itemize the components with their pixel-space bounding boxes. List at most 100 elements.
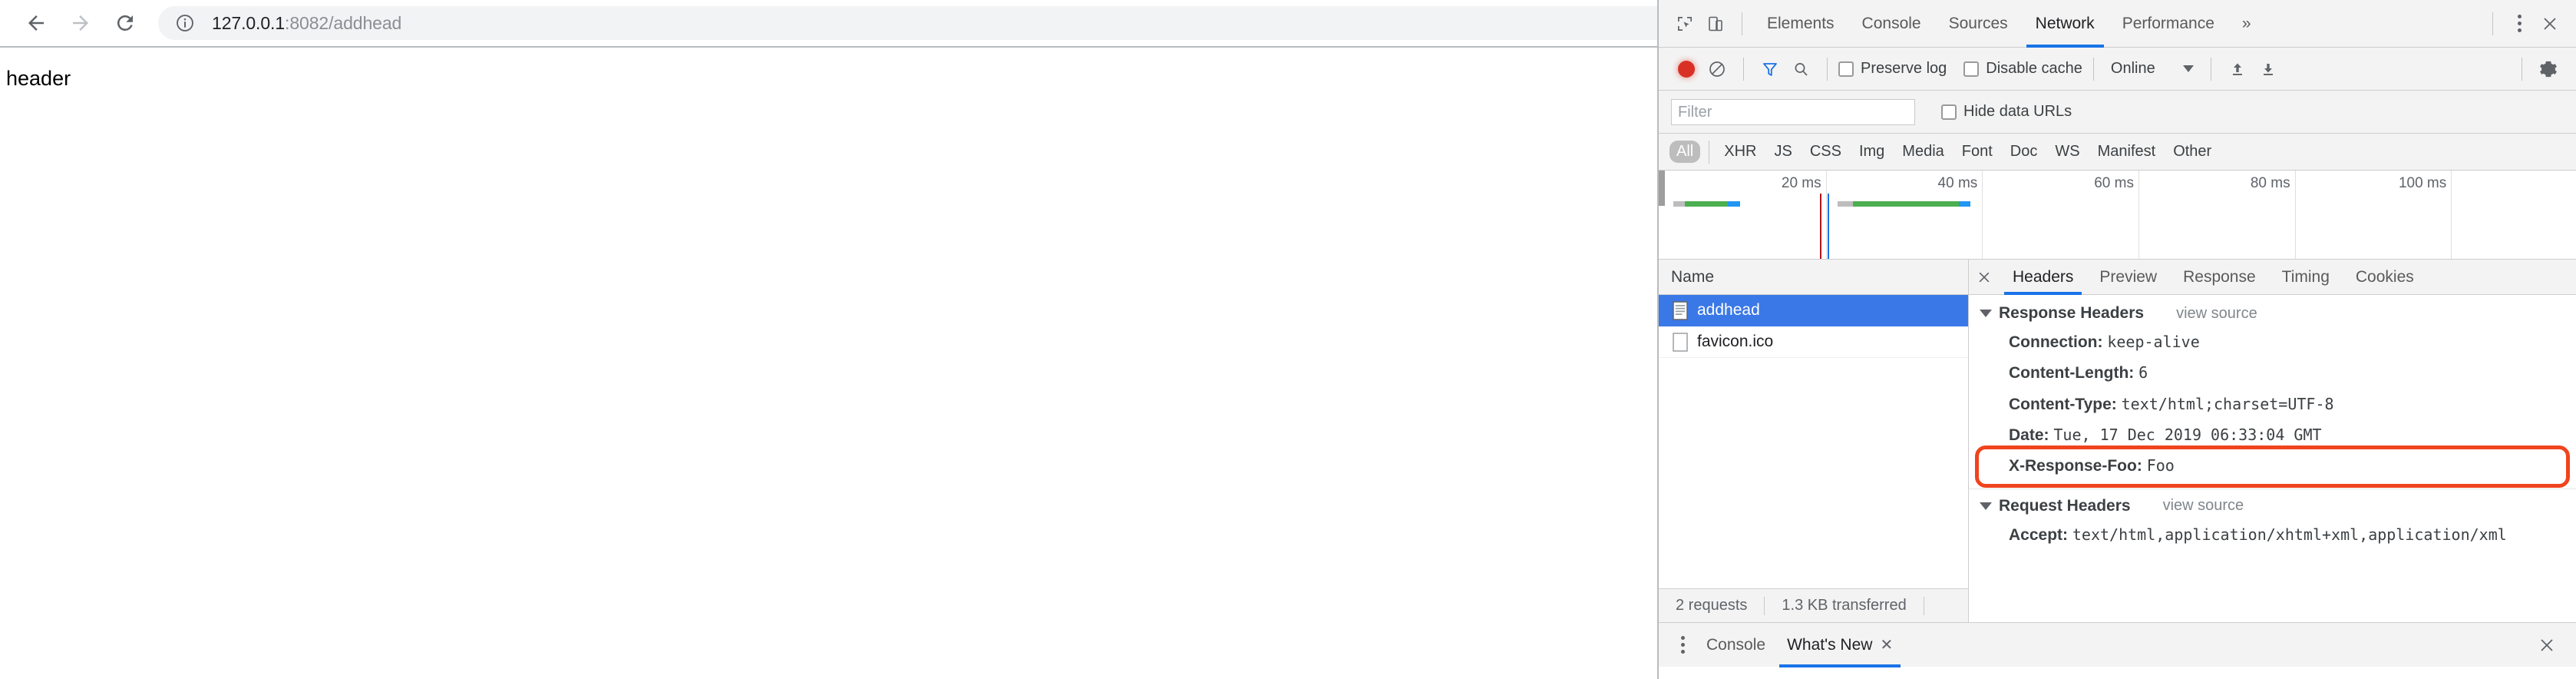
request-headers-section[interactable]: Request Headers view source — [1969, 492, 2576, 520]
overview-gridline — [1825, 171, 1827, 259]
device-toolbar-button[interactable] — [1700, 8, 1731, 39]
type-filter-all[interactable]: All — [1669, 141, 1701, 163]
search-button[interactable] — [1785, 54, 1816, 84]
network-toolbar: Preserve log Disable cache Online — [1659, 48, 2576, 91]
transferred-size: 1.3 KB transferred — [1782, 597, 1907, 614]
clear-button[interactable] — [1702, 54, 1732, 84]
import-har-button[interactable] — [2222, 54, 2253, 84]
table-row[interactable]: addhead — [1659, 295, 1968, 326]
record-button[interactable] — [1671, 54, 1702, 84]
filter-bar: Filter Hide data URLs — [1659, 91, 2576, 134]
header-value: keep-alive — [2107, 333, 2200, 351]
table-row[interactable]: favicon.ico — [1659, 326, 1968, 358]
network-settings-button[interactable] — [2533, 54, 2564, 84]
back-button[interactable] — [14, 1, 58, 45]
overview-scrollbar[interactable] — [1659, 171, 1665, 206]
close-icon — [1979, 272, 1990, 282]
inspect-element-button[interactable] — [1669, 8, 1700, 39]
header-name: Date: — [2009, 426, 2049, 445]
request-list: Name addhead favicon.ico 2 requests 1.3 … — [1659, 260, 1969, 622]
close-icon — [2541, 638, 2553, 651]
drawer-tab-console[interactable]: Console — [1696, 623, 1776, 667]
network-body: Name addhead favicon.ico 2 requests 1.3 … — [1659, 260, 2576, 622]
tab-sources[interactable]: Sources — [1935, 0, 2022, 48]
throttling-dropdown[interactable]: Online — [2105, 60, 2200, 78]
tab-performance[interactable]: Performance — [2109, 0, 2228, 48]
forward-button[interactable] — [58, 1, 103, 45]
tab-cookies[interactable]: Cookies — [2343, 260, 2427, 295]
gear-icon — [2540, 61, 2557, 77]
tab-network[interactable]: Network — [2022, 0, 2109, 48]
header-value: Foo — [2146, 456, 2175, 475]
tab-label: Timing — [2281, 267, 2330, 286]
type-filter-manifest[interactable]: Manifest — [2091, 141, 2163, 163]
details-close-button[interactable] — [1969, 270, 2000, 285]
address-bar-text: 127.0.0.1:8082/addhead — [212, 13, 401, 34]
devtools-panel: Elements Console Sources Network Perform… — [1657, 0, 2576, 679]
drawer-tab-whats-new[interactable]: What's New ✕ — [1776, 623, 1904, 667]
type-filter-js[interactable]: JS — [1767, 141, 1798, 163]
close-icon[interactable]: ✕ — [1880, 635, 1893, 654]
tab-elements[interactable]: Elements — [1753, 0, 1848, 48]
drawer-menu-button[interactable] — [1669, 636, 1696, 654]
inspect-element-icon — [1678, 16, 1692, 31]
tab-response[interactable]: Response — [2170, 260, 2269, 295]
overview-bar-segment — [1837, 201, 1854, 207]
type-filter-img[interactable]: Img — [1852, 141, 1891, 163]
type-filter-ws[interactable]: WS — [2048, 141, 2086, 163]
details-tabbar: Headers Preview Response Timing Cookies — [1969, 260, 2576, 295]
more-tabs-button[interactable]: » — [2228, 0, 2265, 48]
header-value: 6 — [2138, 363, 2148, 383]
record-button-icon — [1678, 60, 1695, 78]
drawer-body — [1659, 667, 2576, 679]
type-filter-css[interactable]: CSS — [1803, 141, 1848, 163]
header-value: Tue, 17 Dec 2019 06:33:04 GMT — [2053, 426, 2322, 445]
overview-tick-label: 20 ms — [1781, 175, 1821, 191]
filter-input[interactable]: Filter — [1671, 98, 1915, 125]
hide-data-urls-checkbox[interactable]: Hide data URLs — [1941, 103, 2072, 121]
tab-label: Console — [1706, 635, 1766, 654]
tab-preview[interactable]: Preview — [2086, 260, 2170, 295]
devtools-close-button[interactable] — [2535, 8, 2565, 39]
overview-request-bar — [1837, 201, 1970, 207]
type-filter-other[interactable]: Other — [2166, 141, 2218, 163]
tab-label: Sources — [1948, 14, 2008, 32]
overview-bar-segment — [1958, 201, 1970, 207]
checkbox-box — [1941, 104, 1957, 120]
type-filter-font[interactable]: Font — [1955, 141, 2000, 163]
tab-label: Network — [2035, 14, 2095, 32]
three-dot-menu-icon — [2506, 15, 2532, 32]
network-overview-timeline[interactable]: 20 ms 40 ms 60 ms 80 ms 100 ms — [1659, 171, 2576, 260]
tab-console[interactable]: Console — [1848, 0, 1935, 48]
url-path: :8082/addhead — [285, 12, 402, 33]
triangle-down-icon — [1980, 502, 1992, 510]
tab-label: Elements — [1767, 14, 1835, 32]
filter-button[interactable] — [1755, 54, 1785, 84]
reload-button[interactable] — [103, 1, 147, 45]
export-har-button[interactable] — [2253, 54, 2284, 84]
overview-request-bar — [1673, 201, 1740, 207]
devtools-menu-button[interactable] — [2504, 8, 2535, 39]
response-headers-section[interactable]: Response Headers view source — [1969, 300, 2576, 327]
overview-bar-segment — [1673, 201, 1686, 207]
request-list-header[interactable]: Name — [1659, 260, 1968, 295]
overview-tick-label: 40 ms — [1937, 175, 1978, 191]
throttling-value: Online — [2110, 60, 2155, 77]
import-har-icon — [2232, 63, 2242, 75]
info-circle-icon[interactable] — [175, 13, 195, 33]
type-filter-xhr[interactable]: XHR — [1717, 141, 1763, 163]
tab-timing[interactable]: Timing — [2269, 260, 2343, 295]
view-source-link[interactable]: view source — [2176, 305, 2257, 323]
type-filter-media[interactable]: Media — [1895, 141, 1950, 163]
preserve-log-checkbox[interactable]: Preserve log — [1838, 60, 1947, 78]
overview-tick-label: 60 ms — [2094, 175, 2134, 191]
type-filter-doc[interactable]: Doc — [2003, 141, 2045, 163]
tab-headers[interactable]: Headers — [2000, 260, 2086, 295]
disable-cache-checkbox[interactable]: Disable cache — [1963, 60, 2082, 78]
section-title: Request Headers — [1999, 496, 2131, 515]
drawer-close-button[interactable] — [2531, 630, 2562, 661]
page-viewport: header — [0, 46, 1657, 679]
toolbar-divider — [1827, 57, 1828, 81]
view-source-link[interactable]: view source — [2163, 497, 2244, 515]
checkbox-box — [1963, 61, 1980, 77]
